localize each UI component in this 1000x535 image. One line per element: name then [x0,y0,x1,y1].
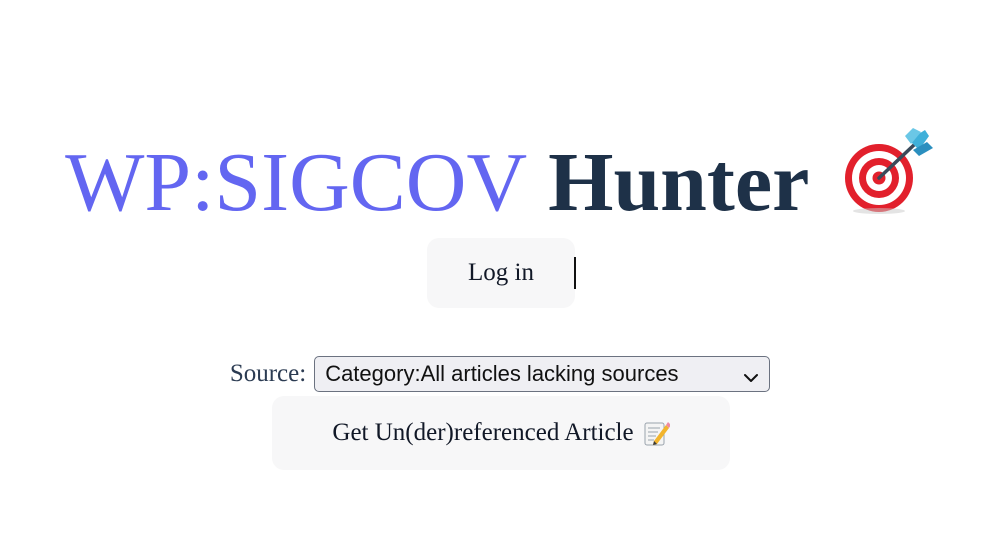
direct-hit-target-icon [839,128,935,216]
get-article-button[interactable]: Get Un(der)referenced Article [272,396,730,470]
page-title: WP:SIGCOV Hunter [0,128,1000,238]
title-accent: WP:SIGCOV [65,136,528,230]
login-button-label: Log in [468,259,534,286]
source-row: Source: Category:All articles lacking so… [0,354,1000,394]
text-cursor [574,257,576,289]
source-select[interactable]: Category:All articles lacking sources [314,356,771,392]
source-select-value: Category:All articles lacking sources [325,361,679,386]
source-label: Source: [229,360,307,387]
title-main: Hunter [548,136,808,230]
memo-icon [642,419,671,447]
get-article-label: Get Un(der)referenced Article [332,419,634,446]
chevron-down-icon [743,366,759,382]
login-button[interactable]: Log in [427,238,575,308]
